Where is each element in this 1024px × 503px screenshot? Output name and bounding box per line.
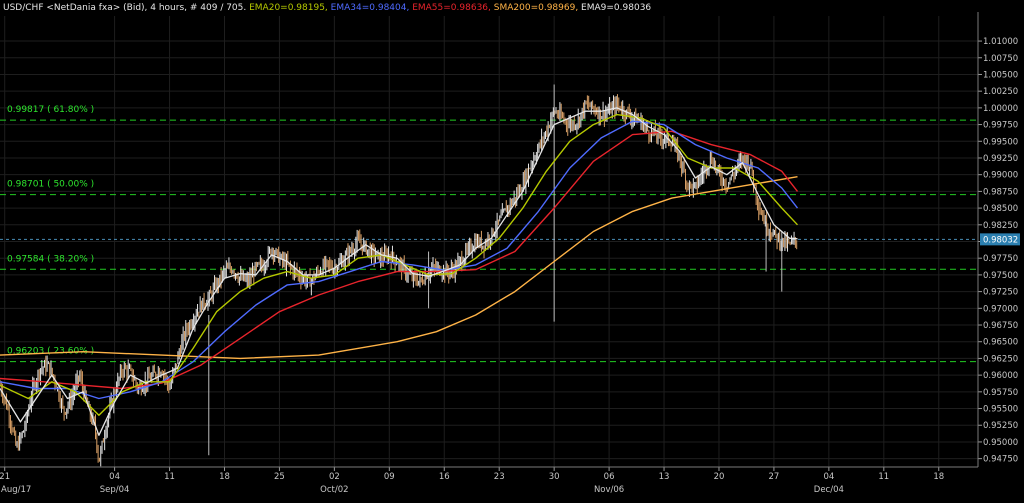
y-tick-label: 0.96000 [983, 371, 1018, 381]
y-tick-label: 1.00000 [983, 104, 1018, 114]
y-tick-label: 0.98500 [983, 204, 1018, 214]
y-tick-label: 0.98250 [983, 221, 1018, 231]
x-month-label: Oct/02 [320, 485, 348, 495]
x-month-label: Nov/06 [594, 485, 624, 495]
x-tick-label: 13 [659, 472, 670, 482]
x-tick-label: 20 [714, 472, 725, 482]
y-tick-label: 1.00250 [983, 87, 1018, 97]
chart-header: USD/CHF <NetDania fxa> (Bid), 4 hours, #… [3, 3, 651, 13]
y-tick-label: 0.97250 [983, 288, 1018, 298]
x-month-label: Dec/04 [814, 485, 844, 495]
x-tick-label: 06 [604, 472, 615, 482]
x-month-label: Aug/17 [1, 485, 31, 495]
y-tick-label: 0.99750 [983, 121, 1018, 131]
y-tick-label: 0.96500 [983, 338, 1018, 348]
indicator-legend-item: SMA200=0.98969, [494, 3, 581, 13]
x-tick-label: 18 [219, 472, 230, 482]
x-tick-label: 11 [878, 472, 889, 482]
y-tick-label: 0.99000 [983, 171, 1018, 181]
current-price-tag: 0.98032 [980, 233, 1020, 246]
y-tick-label: 0.97000 [983, 304, 1018, 314]
current-price-tag-label: 0.98032 [983, 235, 1018, 245]
y-tick-label: 0.97750 [983, 254, 1018, 264]
y-tick-label: 0.95000 [983, 438, 1018, 448]
y-tick-label: 0.95500 [983, 405, 1018, 415]
x-tick-label: 21 [0, 472, 10, 482]
chart-container: 0.99817 ( 61.80% ) 0.98701 ( 50.00% ) 0.97… [0, 0, 1024, 499]
fib-level-label: 0.97584 ( 38.20% ) [7, 254, 94, 264]
chart-title: USD/CHF <NetDania fxa> (Bid), 4 hours, #… [3, 3, 651, 13]
x-tick-label: 25 [274, 472, 285, 482]
y-tick-label: 1.00750 [983, 54, 1018, 64]
indicator-legend-item: EMA20=0.98195, [249, 3, 331, 13]
y-tick-label: 0.96250 [983, 354, 1018, 364]
x-tick-label: 23 [494, 472, 505, 482]
fib-level-label: 0.99817 ( 61.80% ) [7, 105, 94, 115]
chart-title-symbol: USD/CHF <NetDania fxa> (Bid), 4 hours, #… [3, 3, 249, 13]
y-tick-label: 0.95750 [983, 388, 1018, 398]
chart-canvas: 0.99817 ( 61.80% ) 0.98701 ( 50.00% ) 0.97… [0, 0, 1024, 499]
y-tick-label: 0.95250 [983, 421, 1018, 431]
x-tick-label: 09 [384, 472, 395, 482]
x-tick-label: 18 [933, 472, 944, 482]
x-tick-label: 04 [823, 472, 834, 482]
y-tick-label: 0.96750 [983, 321, 1018, 331]
indicator-legend-item: EMA55=0.98636, [412, 3, 494, 13]
x-month-label: Sep/04 [100, 485, 130, 495]
x-tick-label: 11 [164, 472, 175, 482]
x-tick-label: 30 [549, 472, 560, 482]
fib-level-label: 0.98701 ( 50.00% ) [7, 180, 94, 190]
y-tick-label: 0.94750 [983, 455, 1018, 465]
x-tick-label: 16 [439, 472, 450, 482]
y-tick-label: 1.00500 [983, 70, 1018, 80]
y-tick-label: 0.99250 [983, 154, 1018, 164]
x-tick-label: 04 [109, 472, 120, 482]
indicator-legend-item: EMA34=0.98404, [331, 3, 413, 13]
y-tick-label: 0.97500 [983, 271, 1018, 281]
x-tick-label: 02 [329, 472, 340, 482]
indicator-legend-item: EMA9=0.98036 [581, 3, 651, 13]
x-tick-label: 27 [769, 472, 780, 482]
y-tick-label: 0.98750 [983, 187, 1018, 197]
y-tick-label: 0.99500 [983, 137, 1018, 147]
y-tick-label: 1.01000 [983, 37, 1018, 47]
